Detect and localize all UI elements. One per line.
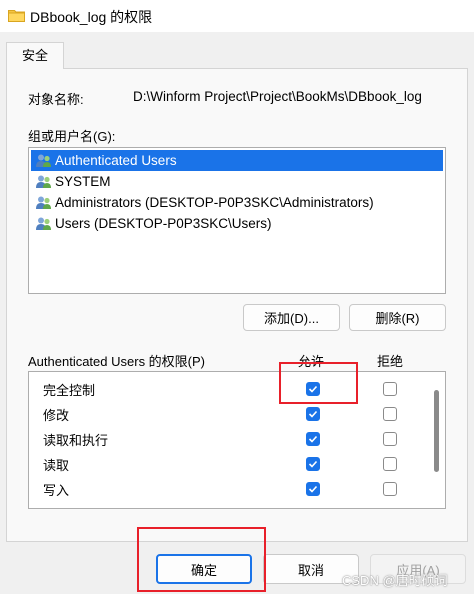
permission-name: 完全控制	[43, 383, 96, 398]
allow-checkbox[interactable]	[306, 457, 320, 471]
permissions-list[interactable]: 完全控制 修改 读取和执行 读取 写入	[28, 371, 446, 509]
highlight-box-ok	[137, 527, 266, 592]
group-item-administrators[interactable]: Administrators (DESKTOP-P0P3SKC\Administ…	[31, 192, 443, 213]
allow-checkbox[interactable]	[306, 482, 320, 496]
users-icon	[36, 217, 51, 230]
scrollbar-thumb[interactable]	[434, 390, 439, 472]
group-item-label: SYSTEM	[55, 174, 111, 189]
check-icon	[308, 410, 318, 418]
permission-name: 读取和执行	[43, 433, 109, 448]
deny-checkbox[interactable]	[383, 407, 397, 421]
deny-checkbox[interactable]	[383, 382, 397, 396]
check-icon	[308, 435, 318, 443]
permission-name: 读取	[43, 458, 70, 473]
group-item-label: Authenticated Users	[55, 153, 177, 168]
group-item-system[interactable]: SYSTEM	[31, 171, 443, 192]
permission-row-full-control: 完全控制	[29, 376, 429, 401]
allow-checkbox[interactable]	[306, 407, 320, 421]
permission-row-read: 读取	[29, 451, 429, 476]
group-item-authenticated-users[interactable]: Authenticated Users	[31, 150, 443, 171]
remove-button[interactable]: 删除(R)	[349, 304, 446, 331]
highlight-box-allow	[279, 362, 358, 404]
permission-row-write: 写入	[29, 476, 429, 501]
tab-security[interactable]: 安全	[6, 42, 64, 69]
object-name-value: D:\Winform Project\Project\BookMs\DBbook…	[133, 89, 422, 104]
group-user-list[interactable]: Authenticated Users SYSTEM Administrator…	[28, 147, 446, 294]
add-button[interactable]: 添加(D)...	[243, 304, 340, 331]
check-icon	[308, 460, 318, 468]
users-icon	[36, 154, 51, 167]
permission-name: 修改	[43, 408, 70, 423]
permission-row-modify: 修改	[29, 401, 429, 426]
check-icon	[308, 485, 318, 493]
window-title: DBbook_log 的权限	[30, 9, 153, 25]
users-icon	[36, 196, 51, 209]
deny-checkbox[interactable]	[383, 432, 397, 446]
deny-checkbox[interactable]	[383, 482, 397, 496]
users-icon	[36, 175, 51, 188]
group-item-label: Users (DESKTOP-P0P3SKC\Users)	[55, 216, 272, 231]
permissions-label: Authenticated Users 的权限(P)	[28, 354, 206, 369]
folder-icon	[8, 10, 25, 22]
deny-column-header: 拒绝	[377, 354, 404, 369]
permission-row-read-execute: 读取和执行	[29, 426, 429, 451]
allow-checkbox[interactable]	[306, 432, 320, 446]
deny-checkbox[interactable]	[383, 457, 397, 471]
group-item-label: Administrators (DESKTOP-P0P3SKC\Administ…	[55, 195, 374, 210]
permission-name: 写入	[43, 483, 70, 498]
group-list-label: 组或用户名(G):	[28, 129, 116, 144]
object-name-label: 对象名称:	[28, 92, 84, 107]
group-item-users[interactable]: Users (DESKTOP-P0P3SKC\Users)	[31, 213, 443, 234]
watermark-text: CSDN @唐时硕词	[342, 573, 448, 588]
